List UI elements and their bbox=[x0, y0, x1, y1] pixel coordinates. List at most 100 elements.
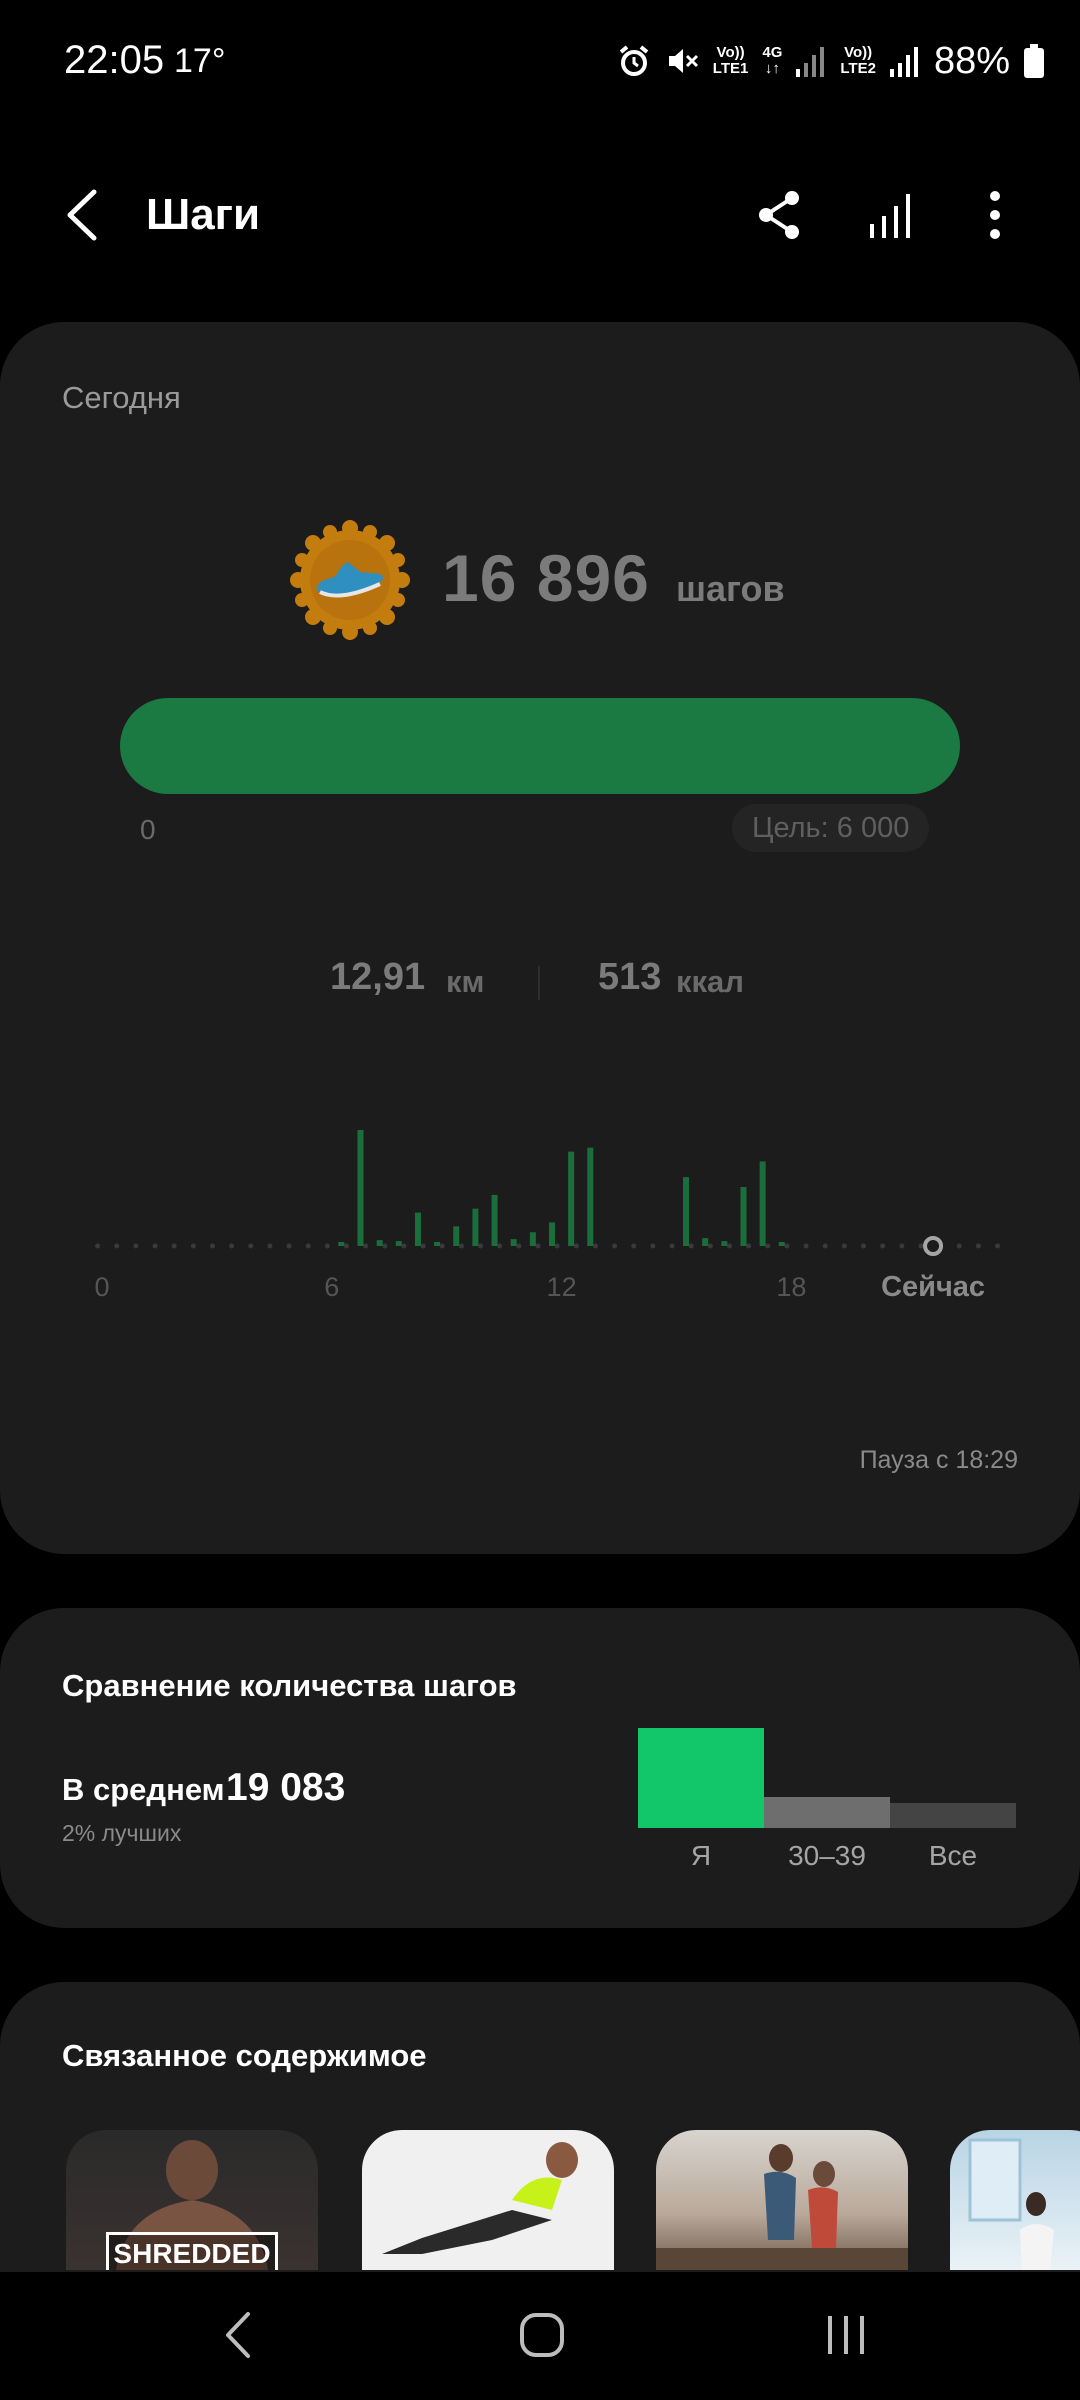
baseline-dot bbox=[171, 1243, 177, 1249]
stats-row: 12,91 км 513 ккал bbox=[0, 952, 1080, 1012]
baseline-dot bbox=[95, 1243, 101, 1249]
baseline-dot bbox=[267, 1243, 273, 1249]
baseline-dot bbox=[573, 1243, 579, 1249]
baseline-dot bbox=[324, 1243, 330, 1249]
baseline-dot bbox=[401, 1243, 407, 1249]
chart-bar bbox=[414, 1212, 421, 1246]
baseline-dot bbox=[956, 1243, 962, 1249]
battery-percent: 88% bbox=[933, 39, 1010, 82]
baseline-dot bbox=[554, 1243, 560, 1249]
baseline-dot bbox=[995, 1243, 1001, 1249]
baseline-dot bbox=[784, 1243, 790, 1249]
baseline-dot bbox=[822, 1243, 828, 1249]
baseline-dot bbox=[190, 1243, 196, 1249]
baseline-dot bbox=[592, 1243, 598, 1249]
baseline-dot bbox=[880, 1243, 886, 1249]
calories-value: 513 bbox=[598, 956, 662, 998]
comparison-bar-age-group bbox=[764, 1797, 890, 1828]
chart-bar bbox=[395, 1241, 402, 1246]
baseline-dot bbox=[650, 1243, 656, 1249]
chart-bar bbox=[549, 1222, 555, 1246]
related-thumbnail-2[interactable] bbox=[362, 2130, 614, 2270]
chart-bar bbox=[453, 1226, 460, 1246]
baseline-dot bbox=[439, 1243, 445, 1249]
baseline-dot bbox=[918, 1243, 924, 1249]
chart-bar bbox=[491, 1194, 498, 1246]
comparison-bar-all bbox=[890, 1803, 1016, 1828]
hourly-steps-chart[interactable]: 0 6 12 18 Сейчас bbox=[60, 1122, 1020, 1342]
trends-chart-icon[interactable] bbox=[860, 182, 926, 248]
baseline-dot bbox=[707, 1243, 713, 1249]
baseline-dot bbox=[114, 1243, 120, 1249]
baseline-dot bbox=[248, 1243, 254, 1249]
progress-start-label: 0 bbox=[140, 814, 156, 845]
steps-count: 16 896 bbox=[442, 541, 650, 615]
chart-bar bbox=[434, 1242, 441, 1246]
baseline-dot bbox=[152, 1243, 158, 1249]
baseline-dot bbox=[363, 1243, 369, 1249]
baseline-dot bbox=[420, 1243, 426, 1249]
comparison-bar-me bbox=[638, 1728, 764, 1828]
calories-unit: ккал bbox=[676, 964, 744, 999]
today-steps-card[interactable]: Сегодня 16 896 шагов 0 Цель: 6 000 12,91… bbox=[0, 322, 1080, 1554]
baseline-dot bbox=[975, 1243, 981, 1249]
baseline-dot bbox=[305, 1243, 311, 1249]
status-icons: Vo)) LTE1 4G ↓↑ Vo)) LTE2 88% bbox=[617, 36, 1044, 86]
comparison-title: Сравнение количества шагов bbox=[62, 1668, 517, 1703]
baseline-dot bbox=[669, 1243, 675, 1249]
pause-status: Пауза с 18:29 bbox=[859, 1446, 1018, 1474]
baseline-dot bbox=[209, 1243, 215, 1249]
baseline-dot bbox=[631, 1243, 637, 1249]
chart-bar bbox=[376, 1240, 383, 1246]
status-time: 22:05 bbox=[64, 38, 165, 82]
nav-recents-icon[interactable] bbox=[806, 2300, 886, 2370]
shredded-label: SHREDDED bbox=[106, 2232, 278, 2270]
system-navigation-bar bbox=[0, 2272, 1080, 2400]
chart-bar bbox=[568, 1151, 575, 1246]
chart-bar bbox=[702, 1238, 709, 1246]
baseline-dot bbox=[344, 1243, 350, 1249]
chart-bar bbox=[587, 1147, 594, 1246]
nav-home-icon[interactable] bbox=[502, 2300, 582, 2370]
baseline-dot bbox=[382, 1243, 388, 1249]
chart-bar bbox=[778, 1242, 785, 1246]
baseline-dot bbox=[133, 1243, 139, 1249]
related-thumbnail-1[interactable]: SHREDDED bbox=[66, 2130, 318, 2270]
x-tick-label: 18 bbox=[776, 1272, 806, 1302]
status-bar: 22:05 17° Vo)) LTE1 4G ↓↑ Vo)) LTE2 88% bbox=[0, 0, 1080, 120]
steps-comparison-card[interactable]: Сравнение количества шагов В среднем 19 … bbox=[0, 1608, 1080, 1928]
share-icon[interactable] bbox=[746, 182, 812, 248]
chart-bar bbox=[683, 1177, 690, 1246]
chart-bar bbox=[759, 1161, 766, 1246]
related-thumbnail-3[interactable] bbox=[656, 2130, 908, 2270]
related-content-title: Связанное содержимое bbox=[62, 2038, 427, 2073]
nav-back-icon[interactable] bbox=[200, 2300, 280, 2370]
volte1-indicator: Vo)) LTE1 bbox=[712, 44, 749, 77]
baseline-dot bbox=[803, 1243, 809, 1249]
chart-bar bbox=[472, 1208, 479, 1246]
steps-progress-bar bbox=[120, 698, 960, 794]
baseline-dot bbox=[535, 1243, 541, 1249]
volte2-indicator: Vo)) LTE2 bbox=[840, 44, 876, 77]
x-tick-label: 6 bbox=[324, 1272, 339, 1302]
chart-bar bbox=[338, 1242, 345, 1246]
back-arrow-icon[interactable] bbox=[50, 180, 120, 250]
page-title: Шаги bbox=[146, 190, 261, 239]
chart-bar bbox=[529, 1232, 536, 1246]
today-label: Сегодня bbox=[62, 380, 181, 415]
rank-text: 2% лучших bbox=[62, 1820, 182, 1846]
baseline-dot bbox=[286, 1243, 292, 1249]
related-thumbnail-4[interactable] bbox=[950, 2130, 1080, 2270]
battery-icon bbox=[1024, 44, 1044, 78]
chart-bar bbox=[721, 1241, 728, 1246]
more-options-icon[interactable] bbox=[962, 182, 1028, 248]
baseline-dot bbox=[516, 1243, 522, 1249]
baseline-dot bbox=[612, 1243, 618, 1249]
app-bar: Шаги bbox=[0, 160, 1080, 270]
distance-unit: км bbox=[446, 964, 485, 999]
now-marker bbox=[923, 1236, 944, 1256]
workout-woman-image bbox=[382, 2142, 578, 2254]
baseline-dot bbox=[861, 1243, 867, 1249]
goal-label[interactable]: Цель: 6 000 bbox=[732, 804, 930, 852]
baseline-dot bbox=[841, 1243, 847, 1249]
